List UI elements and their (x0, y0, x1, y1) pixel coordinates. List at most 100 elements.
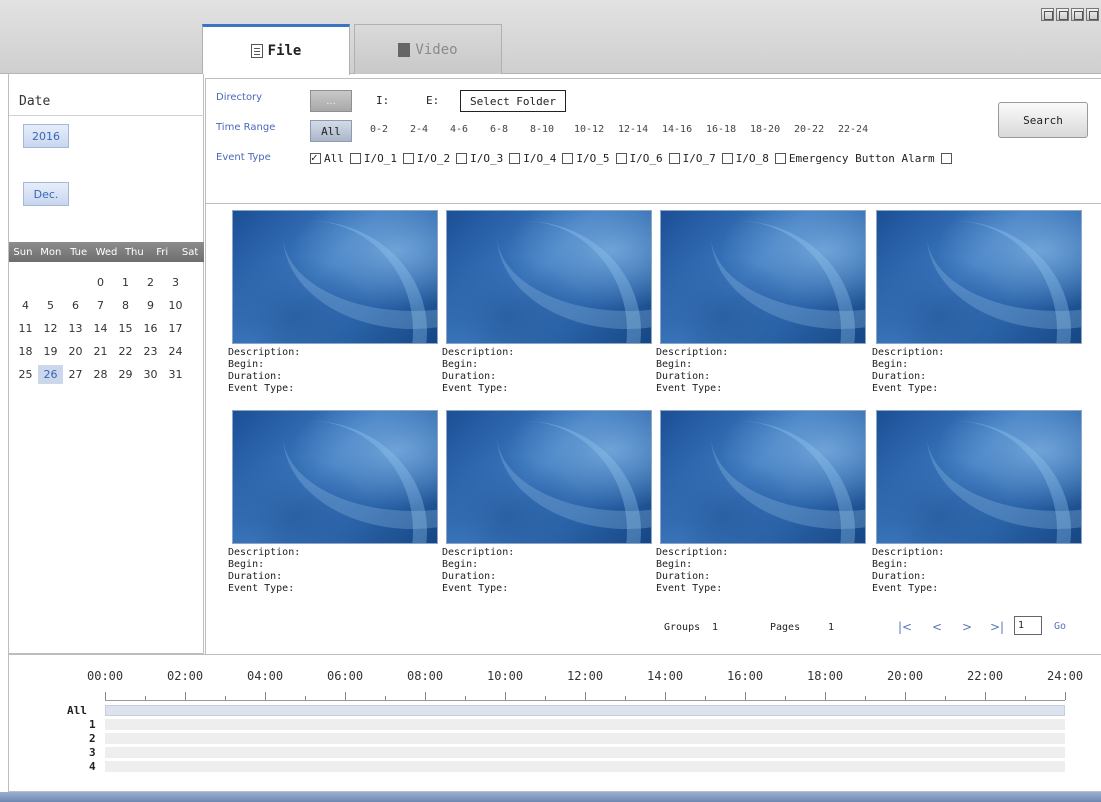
calendar-day-5[interactable]: 5 (38, 296, 63, 315)
event-type-all[interactable]: All (310, 151, 344, 165)
calendar-day-3[interactable]: 3 (163, 273, 188, 292)
calendar-day-19[interactable]: 19 (38, 342, 63, 361)
video-thumbnail[interactable] (232, 410, 438, 544)
calendar-day-24[interactable]: 24 (163, 342, 188, 361)
video-thumbnail[interactable] (660, 410, 866, 544)
calendar-day-17[interactable]: 17 (163, 319, 188, 338)
checkbox[interactable] (562, 153, 574, 164)
event-type-i-o-3[interactable]: I/O_3 (456, 152, 503, 165)
calendar-day-2[interactable]: 2 (138, 273, 163, 292)
calendar-day-22[interactable]: 22 (113, 342, 138, 361)
timeline-track[interactable] (105, 733, 1065, 744)
time-range-18-20[interactable]: 18-20 (750, 124, 794, 135)
calendar-day-9[interactable]: 9 (138, 296, 163, 315)
calendar-day-12[interactable]: 12 (38, 319, 63, 338)
calendar-day-16[interactable]: 16 (138, 319, 163, 338)
drive-i-option[interactable]: I: (376, 94, 389, 107)
close-icon[interactable] (1086, 8, 1099, 21)
drive-e-option[interactable]: E: (426, 94, 439, 107)
calendar-day-4[interactable]: 4 (13, 296, 38, 315)
meta-label: Event Type: (442, 583, 509, 594)
checkbox[interactable] (615, 153, 627, 164)
calendar-day-26[interactable]: 26 (38, 365, 63, 384)
timeline-track[interactable] (105, 705, 1065, 716)
calendar-day-31[interactable]: 31 (163, 365, 188, 384)
calendar-day-10[interactable]: 10 (163, 296, 188, 315)
event-type-i-o-5[interactable]: I/O_5 (562, 152, 610, 165)
calendar-day-13[interactable]: 13 (63, 319, 88, 338)
time-range-all-button[interactable]: All (310, 120, 352, 142)
calendar-day-27[interactable]: 27 (63, 365, 88, 384)
event-type-i-o-2[interactable]: I/O_2 (403, 152, 450, 165)
search-button[interactable]: Search (998, 102, 1088, 138)
event-type-i-o-7[interactable]: I/O_7 (668, 152, 716, 165)
select-folder-button[interactable]: Select Folder (460, 90, 566, 112)
event-type-i-o-8[interactable]: I/O_8 (721, 152, 769, 165)
prev-page-icon[interactable]: < (932, 620, 942, 634)
checkbox[interactable] (509, 153, 521, 164)
calendar-day-20[interactable]: 20 (63, 342, 88, 361)
page-number-input[interactable]: 1 (1014, 616, 1042, 635)
video-thumbnail[interactable] (232, 210, 438, 344)
time-range-2-4[interactable]: 2-4 (410, 124, 450, 135)
video-thumbnail[interactable] (660, 210, 866, 344)
calendar-day-21[interactable]: 21 (88, 342, 113, 361)
time-range-0-2[interactable]: 0-2 (370, 124, 410, 135)
directory-browse-button[interactable]: ... (310, 90, 352, 112)
video-thumbnail[interactable] (446, 210, 652, 344)
calendar-day-30[interactable]: 30 (138, 365, 163, 384)
timeline-track[interactable] (105, 719, 1065, 730)
checkbox[interactable] (310, 151, 321, 164)
video-thumbnail[interactable] (876, 410, 1082, 544)
checkbox[interactable] (940, 153, 952, 164)
event-type-i-o-1[interactable]: I/O_1 (349, 152, 397, 165)
calendar-day-1[interactable]: 1 (113, 273, 138, 292)
time-range-8-10[interactable]: 8-10 (530, 124, 574, 135)
calendar-day-23[interactable]: 23 (138, 342, 163, 361)
calendar-day-15[interactable]: 15 (113, 319, 138, 338)
maximize-icon[interactable] (1071, 8, 1084, 21)
last-page-icon[interactable]: >| (990, 620, 1004, 634)
time-range-16-18[interactable]: 16-18 (706, 124, 750, 135)
restore-icon[interactable] (1041, 8, 1054, 21)
time-range-10-12[interactable]: 10-12 (574, 124, 618, 135)
calendar-day-6[interactable]: 6 (63, 296, 88, 315)
calendar-day-8[interactable]: 8 (113, 296, 138, 315)
checkbox[interactable] (774, 153, 786, 164)
event-type-i-o-6[interactable]: I/O_6 (615, 152, 663, 165)
calendar-day-7[interactable]: 7 (88, 296, 113, 315)
checkbox[interactable] (403, 153, 414, 164)
checkbox[interactable] (456, 153, 468, 164)
timeline-ruler[interactable] (105, 692, 1066, 701)
next-page-icon[interactable]: > (962, 620, 972, 634)
go-button[interactable]: Go (1054, 621, 1066, 632)
calendar-day-0[interactable]: 0 (88, 273, 113, 292)
time-range-6-8[interactable]: 6-8 (490, 124, 530, 135)
checkbox[interactable] (721, 153, 733, 164)
checkbox[interactable] (668, 153, 680, 164)
event-type-emergency-button-alarm[interactable]: Emergency Button Alarm (774, 152, 935, 165)
calendar-day-25[interactable]: 25 (13, 365, 38, 384)
video-thumbnail[interactable] (876, 210, 1082, 344)
time-range-20-22[interactable]: 20-22 (794, 124, 838, 135)
video-thumbnail[interactable] (446, 410, 652, 544)
time-range-14-16[interactable]: 14-16 (662, 124, 706, 135)
tab-video[interactable]: Video (354, 24, 502, 74)
time-range-22-24[interactable]: 22-24 (838, 124, 882, 135)
year-button[interactable]: 2016 (23, 124, 69, 148)
timeline-track[interactable] (105, 747, 1065, 758)
time-range-12-14[interactable]: 12-14 (618, 124, 662, 135)
month-button[interactable]: Dec. (23, 182, 69, 206)
first-page-icon[interactable]: |< (898, 620, 912, 634)
calendar-day-28[interactable]: 28 (88, 365, 113, 384)
time-range-4-6[interactable]: 4-6 (450, 124, 490, 135)
event-type-i-o-4[interactable]: I/O_4 (509, 152, 556, 165)
calendar-day-18[interactable]: 18 (13, 342, 38, 361)
timeline-track[interactable] (105, 761, 1065, 772)
tab-file[interactable]: File (202, 24, 350, 75)
calendar-day-29[interactable]: 29 (113, 365, 138, 384)
minimize-icon[interactable] (1056, 8, 1069, 21)
calendar-day-11[interactable]: 11 (13, 319, 38, 338)
checkbox[interactable] (349, 153, 361, 164)
calendar-day-14[interactable]: 14 (88, 319, 113, 338)
